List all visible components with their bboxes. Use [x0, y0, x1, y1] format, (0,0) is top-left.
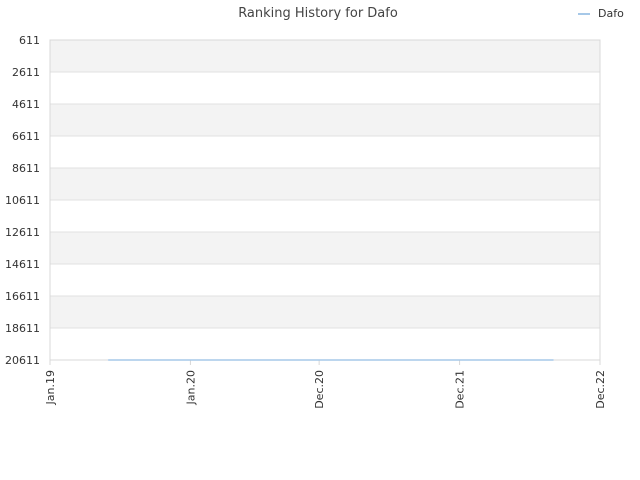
ranking-chart: 611 2611 4611 6611 8611 10611 12611 14611 16611 1…: [5, 6, 624, 409]
data-point: [107, 359, 110, 361]
chart-title: Ranking History for Dafo: [238, 6, 398, 21]
series-layer: [107, 359, 554, 361]
y-tick-label: 611: [19, 34, 40, 47]
y-tick-label: 20611: [5, 354, 40, 367]
y-tick-label: 4611: [12, 98, 40, 111]
x-tick-label: Dec.20: [313, 370, 326, 409]
y-tick-label: 6611: [12, 130, 40, 143]
y-tick-label: 14611: [5, 258, 40, 271]
data-point: [552, 359, 554, 361]
y-tick-label: 2611: [12, 66, 40, 79]
band-4: [50, 168, 600, 200]
x-tick-label: Jan.20: [184, 370, 197, 405]
y-tick-label: 18611: [5, 322, 40, 335]
band-8: [50, 296, 600, 328]
legend-label-dafo: Dafo: [598, 7, 624, 20]
x-tick-label: Dec.21: [454, 370, 467, 409]
y-tick-label: 12611: [5, 226, 40, 239]
y-tick-label: 16611: [5, 290, 40, 303]
y-tick-label: 8611: [12, 162, 40, 175]
x-axis-ticks: Jan.19 Jan.20 Dec.20 Dec.21 Dec.22: [44, 360, 607, 409]
x-tick-label: Dec.22: [594, 370, 607, 409]
y-axis-ticks: 611 2611 4611 6611 8611 10611 12611 14611 16611 1…: [5, 34, 40, 367]
band-2: [50, 104, 600, 136]
background-bands: [50, 40, 600, 328]
band-0: [50, 40, 600, 72]
band-6: [50, 232, 600, 264]
x-tick-label: Jan.19: [44, 370, 57, 405]
legend[interactable]: Dafo: [578, 7, 624, 20]
y-tick-label: 10611: [5, 194, 40, 207]
